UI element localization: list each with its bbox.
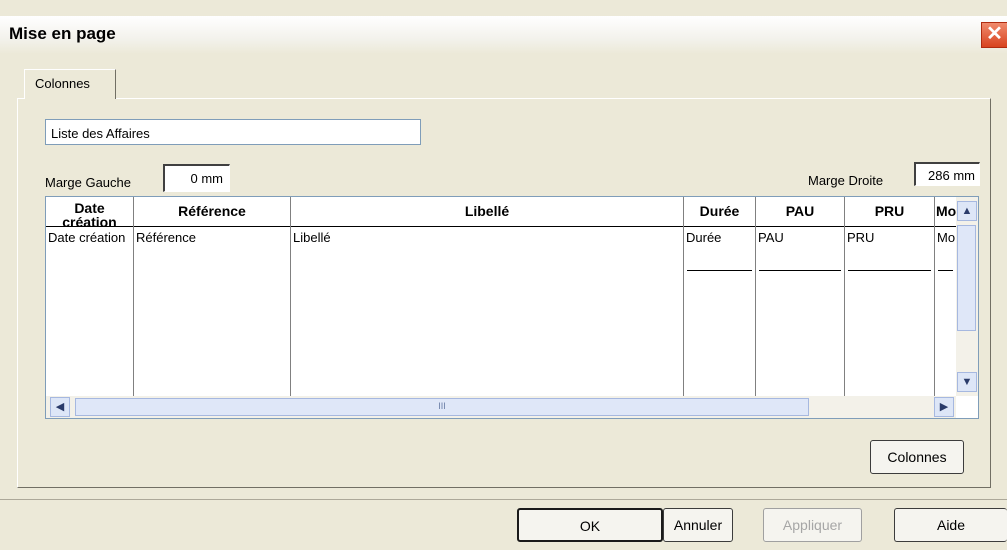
grid-column-reference[interactable]: Référence Référence (134, 197, 291, 396)
grid-column-pau[interactable]: PAU PAU (756, 197, 845, 396)
scroll-left-button[interactable]: ◀ (50, 397, 70, 417)
column-cell-mo: Mo (937, 230, 955, 245)
right-margin-label: Marge Droite (808, 173, 884, 188)
chevron-up-icon: ▲ (961, 205, 973, 217)
chevron-down-icon: ▼ (961, 376, 973, 388)
grid-column-pru[interactable]: PRU PRU (845, 197, 935, 396)
column-cell-pru: PRU (847, 230, 875, 245)
close-button[interactable]: ✕ (981, 22, 1007, 48)
column-header-duree[interactable]: Durée (684, 197, 755, 227)
chevron-right-icon: ▶ (939, 401, 949, 413)
column-divider-line (938, 270, 953, 271)
apply-button[interactable]: Appliquer (763, 508, 862, 542)
chevron-left-icon: ◀ (55, 401, 65, 413)
ok-button[interactable]: OK (517, 508, 663, 542)
dialog-title: Mise en page (9, 24, 116, 43)
column-cell-date: Date création (48, 230, 126, 245)
close-icon: ✕ (986, 23, 1003, 45)
grid-column-mo[interactable]: Mo Mo (935, 197, 956, 396)
horizontal-scroll-thumb[interactable]: III (75, 398, 809, 416)
scroll-right-button[interactable]: ▶ (934, 397, 954, 417)
title-bar: Mise en page ✕ (0, 16, 1007, 54)
scroll-down-button[interactable]: ▼ (957, 372, 977, 392)
column-header-libelle[interactable]: Libellé (291, 197, 683, 227)
column-divider-line (848, 270, 931, 271)
tab-colonnes-label: Colonnes (35, 76, 90, 91)
right-margin-value: 286 mm (914, 162, 980, 186)
page-setup-dialog: Mise en page ✕ Colonnes Liste des Affair… (0, 0, 1007, 549)
left-margin-input[interactable]: 0 mm (163, 164, 230, 192)
column-header-date[interactable]: Date création (46, 197, 133, 227)
column-cell-pau: PAU (758, 230, 784, 245)
column-header-mo[interactable]: Mo (935, 197, 956, 227)
column-header-reference[interactable]: Référence (134, 197, 290, 227)
columns-grid[interactable]: Date création Date création Référence Ré… (45, 196, 979, 419)
tab-colonnes[interactable]: Colonnes (24, 69, 116, 99)
grid-column-duree[interactable]: Durée Durée (684, 197, 756, 396)
left-margin-label: Marge Gauche (45, 175, 131, 190)
vertical-scroll-thumb[interactable] (957, 225, 976, 331)
column-divider-line (687, 270, 752, 271)
column-cell-duree: Durée (686, 230, 722, 245)
grid-column-date[interactable]: Date création Date création (46, 197, 134, 396)
scroll-up-button[interactable]: ▲ (957, 201, 977, 221)
help-button[interactable]: Aide (894, 508, 1007, 542)
list-title-input[interactable]: Liste des Affaires (45, 119, 421, 145)
cancel-button[interactable]: Annuler (663, 508, 733, 542)
column-header-pau[interactable]: PAU (756, 197, 844, 227)
column-divider-line (759, 270, 841, 271)
grid-column-libelle[interactable]: Libellé Libellé (291, 197, 684, 396)
column-cell-reference: Référence (136, 230, 196, 245)
columns-button[interactable]: Colonnes (870, 440, 964, 474)
column-cell-libelle: Libellé (293, 230, 331, 245)
column-header-pru[interactable]: PRU (845, 197, 934, 227)
